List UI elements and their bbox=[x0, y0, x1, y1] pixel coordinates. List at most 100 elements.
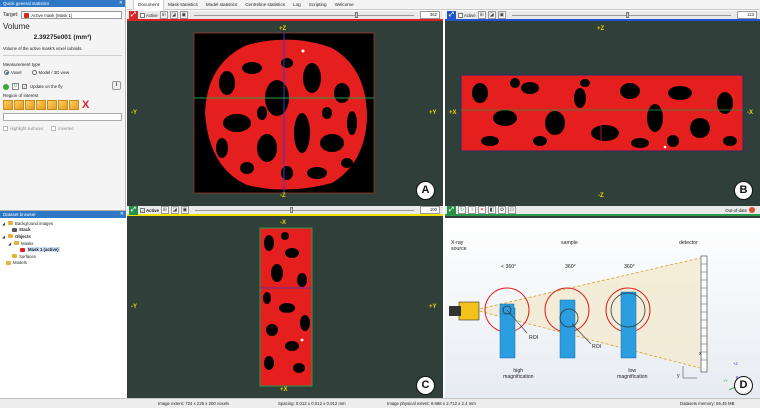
quick-stats-title: Quick general statistics bbox=[3, 1, 50, 6]
out-of-date-label: Out-of-date bbox=[725, 207, 747, 213]
screenshot-icon[interactable]: ▣ bbox=[497, 11, 506, 19]
active-checkbox[interactable]: Active bbox=[458, 12, 476, 18]
maximize-icon[interactable]: ⤢ bbox=[129, 11, 138, 20]
tree-item-models[interactable]: Models bbox=[2, 260, 124, 267]
triad-z-label: +Z bbox=[733, 361, 738, 366]
go-icon[interactable] bbox=[3, 83, 9, 90]
camera-icon[interactable]: ◧ bbox=[488, 206, 496, 214]
settings-icon[interactable]: ⚙ bbox=[498, 206, 506, 214]
maximize-icon[interactable]: ⤢ bbox=[447, 11, 456, 20]
schematic-drawing bbox=[449, 255, 746, 391]
roi-sphere-icon[interactable] bbox=[14, 100, 24, 110]
collapse-icon[interactable]: ◢ bbox=[8, 241, 12, 246]
close-icon[interactable]: ✕ bbox=[119, 0, 123, 7]
sample-label: sample bbox=[561, 240, 578, 246]
slice-slider[interactable] bbox=[194, 206, 414, 214]
tree-item-objects[interactable]: ◢ Objects bbox=[2, 233, 124, 240]
viewport-d[interactable]: ⤢ ↻ i ✕ ◧ ⚙ ⊡ Out-of-date X-ray source s… bbox=[445, 206, 760, 398]
slice-icon[interactable]: ◪ bbox=[487, 11, 496, 19]
spacing-status: Spacing: 0.012 x 0.012 x 0.012 mm bbox=[278, 401, 346, 406]
slider-handle[interactable] bbox=[355, 12, 359, 18]
menu-bar: Document Mask statistics Model statistic… bbox=[127, 0, 760, 10]
delete-roi-icon[interactable]: X bbox=[82, 100, 89, 111]
close-icon[interactable]: ✕ bbox=[478, 206, 486, 214]
roi-cut-icon[interactable] bbox=[36, 100, 46, 110]
roi-toolbar: X bbox=[0, 98, 125, 111]
viewport-c[interactable]: ⤢ ✓ Active ⊞ ◪ ▣ 100 -X +X -Y +Y C bbox=[127, 206, 443, 398]
roi-list[interactable] bbox=[3, 113, 122, 121]
tab-centreline-statistics[interactable]: Centreline statistics bbox=[241, 0, 289, 10]
collapse-icon[interactable]: ◢ bbox=[2, 234, 6, 239]
tab-log[interactable]: Log bbox=[289, 0, 305, 10]
inverted-checkbox[interactable]: Inverted bbox=[51, 126, 73, 131]
viewport-letter: C bbox=[416, 376, 435, 395]
highlight-surfaces-checkbox[interactable]: Highlight surfaces bbox=[3, 126, 43, 131]
tree-item-surfaces[interactable]: Surfaces bbox=[2, 253, 124, 260]
viewport-a[interactable]: ⤢ Active ⊞ ◪ ▣ 362 +Z -Z -Y +Y A bbox=[127, 11, 443, 206]
dataset-browser-title: Dataset browser bbox=[3, 212, 36, 217]
tree-item-stack[interactable]: Stack bbox=[2, 227, 124, 234]
active-checkbox[interactable]: Active bbox=[140, 12, 158, 18]
target-label: Target: bbox=[3, 12, 19, 18]
roi-box-icon[interactable] bbox=[3, 100, 13, 110]
checkbox-icon bbox=[3, 126, 8, 131]
slice-icon[interactable]: ◪ bbox=[169, 11, 178, 19]
tree-item-mask-1[interactable]: Mask 1 (active) bbox=[2, 246, 124, 253]
slice-number-field[interactable]: 113 bbox=[737, 11, 757, 19]
mask-icon bbox=[20, 247, 25, 252]
y-axis-label: y bbox=[677, 373, 680, 379]
refresh-icon[interactable]: ↻ bbox=[12, 83, 19, 90]
viewport-letter: B bbox=[734, 181, 753, 200]
axis-bottom-label: +X bbox=[280, 387, 288, 393]
target-select[interactable]: Active mask (Mask 1) bbox=[21, 11, 122, 19]
viewport-letter: D bbox=[734, 376, 753, 395]
roi-shell-icon[interactable] bbox=[58, 100, 68, 110]
slice-slider[interactable] bbox=[193, 11, 414, 19]
slice-slider[interactable] bbox=[511, 11, 731, 19]
view-settings-icon[interactable]: ⊞ bbox=[159, 11, 168, 19]
refresh-icon[interactable]: ↻ bbox=[458, 206, 466, 214]
statistic-title: Volume bbox=[3, 22, 30, 31]
tree-item-background-images[interactable]: ◢ Background images bbox=[2, 220, 124, 227]
low-magnification-label: low magnification bbox=[617, 368, 648, 380]
tab-mask-statistics[interactable]: Mask statistics bbox=[164, 0, 202, 10]
info-icon[interactable]: i bbox=[112, 81, 121, 90]
screenshot-icon[interactable]: ▣ bbox=[179, 11, 188, 19]
slider-handle[interactable] bbox=[626, 12, 630, 18]
detector-label: detector bbox=[679, 240, 698, 246]
angle-label: 360° bbox=[624, 264, 635, 270]
quick-stats-header: Quick general statistics ✕ bbox=[0, 0, 125, 7]
tab-scripting[interactable]: Scripting bbox=[305, 0, 331, 10]
maximize-icon[interactable]: ⤢ bbox=[129, 206, 138, 215]
layout-icon[interactable]: ⊡ bbox=[508, 206, 516, 214]
slice-number-field[interactable]: 362 bbox=[420, 11, 440, 19]
viewport-d-toolbar: ⤢ ↻ i ✕ ◧ ⚙ ⊡ Out-of-date bbox=[445, 206, 760, 216]
statistic-description: Volume of the active mask's voxel cuboid… bbox=[3, 46, 83, 51]
close-icon[interactable]: ✕ bbox=[120, 211, 124, 218]
tab-welcome[interactable]: Welcome bbox=[331, 0, 358, 10]
info-icon[interactable]: i bbox=[468, 206, 476, 214]
view-settings-icon[interactable]: ⊞ bbox=[477, 11, 486, 19]
collapse-icon[interactable]: ◢ bbox=[2, 221, 6, 226]
slice-icon[interactable]: ◪ bbox=[170, 206, 179, 214]
tree-item-masks[interactable]: ◢ Masks bbox=[2, 240, 124, 247]
update-checkbox[interactable]: ✓ bbox=[22, 84, 27, 89]
roi-edit-icon[interactable] bbox=[69, 100, 79, 110]
update-label: Update on the fly bbox=[30, 84, 63, 89]
highlight-surfaces-label: Highlight surfaces bbox=[10, 126, 44, 131]
tab-model-statistics[interactable]: Model statistics bbox=[202, 0, 241, 10]
maximize-icon[interactable]: ⤢ bbox=[447, 206, 456, 215]
update-row: ↻ ✓ Update on the fly i bbox=[0, 75, 125, 90]
angle-label: 360° bbox=[565, 264, 576, 270]
tab-document[interactable]: Document bbox=[133, 0, 164, 10]
view-settings-icon[interactable]: ⊞ bbox=[160, 206, 169, 214]
active-checkbox[interactable]: ✓ Active bbox=[140, 207, 159, 213]
roi-wedge-icon[interactable] bbox=[47, 100, 57, 110]
viewport-b[interactable]: ⤢ Active ⊞ ◪ ▣ 113 +Z -Z +X -X B bbox=[445, 11, 760, 206]
tree-item-label: Stack bbox=[19, 227, 31, 233]
roi-cylinder-icon[interactable] bbox=[25, 100, 35, 110]
slice-number-field[interactable]: 100 bbox=[420, 206, 440, 214]
slider-handle[interactable] bbox=[289, 207, 293, 213]
axis-right-label: +Y bbox=[429, 304, 437, 310]
screenshot-icon[interactable]: ▣ bbox=[180, 206, 189, 214]
